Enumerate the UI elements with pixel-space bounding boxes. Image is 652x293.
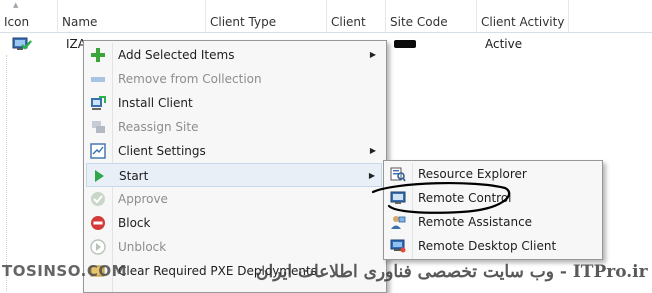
menu-item-label: Reassign Site xyxy=(118,120,199,134)
menu-item-label: Client Settings xyxy=(118,144,206,158)
menu-item-block[interactable]: Block xyxy=(86,211,382,235)
menu-item-remote-desktop-client[interactable]: Remote Desktop Client xyxy=(386,234,598,258)
menu-item-label: Remote Desktop Client xyxy=(418,239,557,253)
menu-item-add-selected-items[interactable]: Add Selected Items ▶ xyxy=(86,43,382,67)
device-icon xyxy=(12,37,32,50)
menu-item-unblock[interactable]: Unblock xyxy=(86,235,382,259)
menu-item-install-client[interactable]: Install Client xyxy=(86,91,382,115)
menu-item-label: Unblock xyxy=(118,240,167,254)
menu-item-label: Start xyxy=(119,169,149,183)
column-header-icon[interactable]: Icon xyxy=(0,0,58,32)
watermark-left: TOSINSO.COM xyxy=(2,262,128,280)
remove-collection-icon xyxy=(91,77,105,82)
device-client-activity: Active xyxy=(485,37,523,51)
menu-item-label: Remove from Collection xyxy=(118,72,262,86)
menu-item-label: Approve xyxy=(118,192,168,206)
approve-icon xyxy=(91,192,105,206)
play-icon xyxy=(95,170,104,182)
pane-divider xyxy=(0,55,7,291)
submenu-arrow-icon: ▶ xyxy=(369,146,376,155)
column-header-name[interactable]: Name xyxy=(58,0,206,32)
unblock-icon xyxy=(90,239,106,255)
menu-item-reassign-site[interactable]: Reassign Site xyxy=(86,115,382,139)
menu-item-remove-from-collection[interactable]: Remove from Collection xyxy=(86,67,382,91)
block-icon xyxy=(91,216,105,230)
list-header: ▲ Icon Name Client Type Client Site Code… xyxy=(0,0,652,33)
annotation-ellipse xyxy=(371,181,511,214)
menu-item-label: Install Client xyxy=(118,96,193,110)
menu-item-label: Add Selected Items xyxy=(118,48,235,62)
menu-item-start[interactable]: Start ▶ xyxy=(86,163,382,187)
client-settings-icon xyxy=(90,143,106,159)
reassign-site-icon xyxy=(92,121,105,133)
column-header-client[interactable]: Client xyxy=(327,0,386,32)
install-client-icon xyxy=(91,96,106,110)
column-header-client-activity[interactable]: Client Activity xyxy=(477,0,569,32)
menu-item-client-settings[interactable]: Client Settings ▶ xyxy=(86,139,382,163)
redaction-mark xyxy=(394,40,416,48)
remote-desktop-icon xyxy=(390,239,406,253)
column-header-client-type[interactable]: Client Type xyxy=(206,0,327,32)
context-menu: Add Selected Items ▶ Remove from Collect… xyxy=(83,40,387,293)
submenu-arrow-icon: ▶ xyxy=(369,50,376,59)
watermark-right: وب سایت تخصصی فناوری اطلاعات ایران - ITP… xyxy=(256,262,648,282)
menu-item-label: Block xyxy=(118,216,151,230)
add-icon xyxy=(91,48,105,62)
menu-item-approve[interactable]: Approve xyxy=(86,187,382,211)
column-header-site-code[interactable]: Site Code xyxy=(386,0,477,32)
